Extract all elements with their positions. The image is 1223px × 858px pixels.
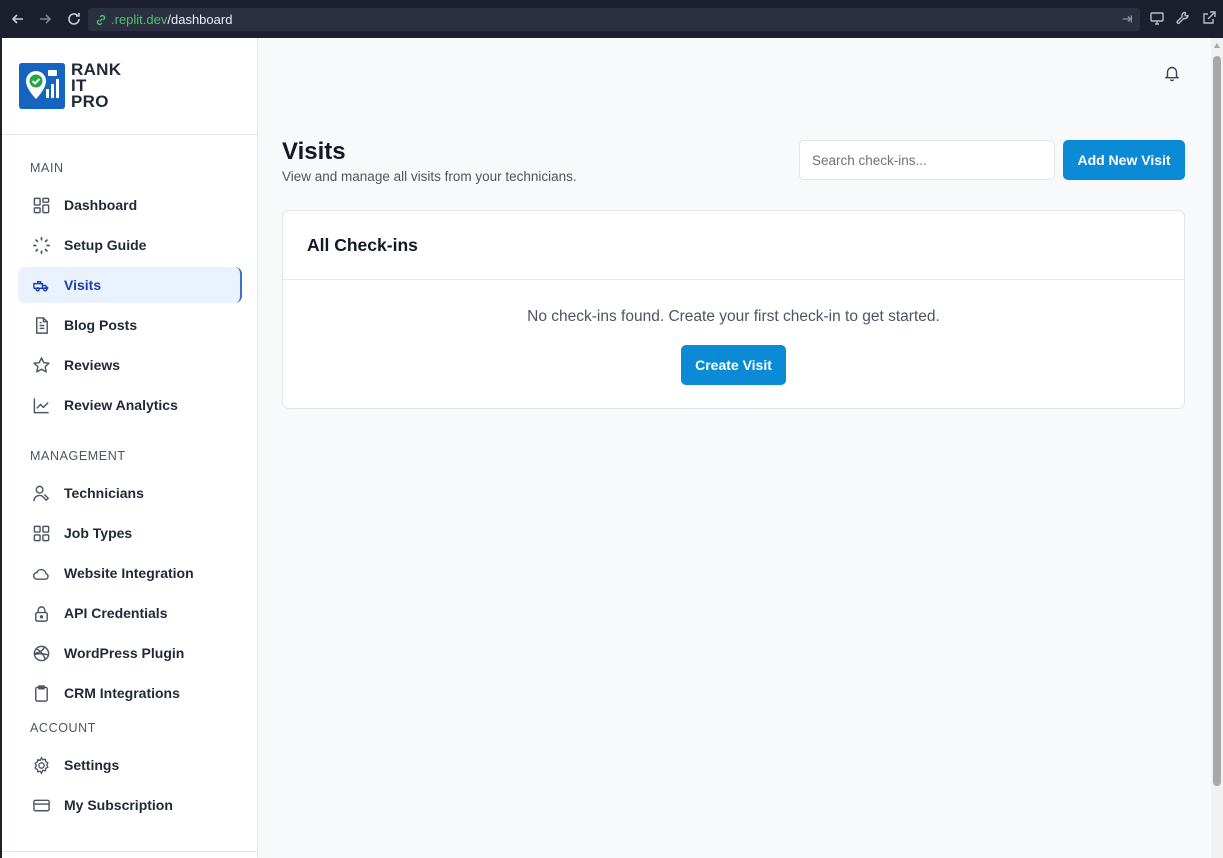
- add-new-visit-button[interactable]: Add New Visit: [1063, 140, 1185, 180]
- logo[interactable]: RANK IT PRO: [2, 38, 257, 135]
- wrench-icon[interactable]: [1175, 10, 1191, 26]
- lock-icon: [31, 603, 51, 623]
- sidebar: RANK IT PRO MAIN Dashboard Setup Guide V…: [2, 38, 258, 858]
- sidebar-item-job-types[interactable]: Job Types: [18, 515, 242, 551]
- clipboard-icon: [31, 683, 51, 703]
- logo-icon: [19, 63, 65, 109]
- logo-text: RANK IT PRO: [71, 61, 121, 111]
- external-link-icon[interactable]: [1201, 10, 1217, 26]
- logo-line-3: PRO: [71, 92, 109, 111]
- empty-state-message: No check-ins found. Create your first ch…: [527, 308, 940, 325]
- main-content: Visits View and manage all visits from y…: [258, 38, 1223, 858]
- scrollbar-thumb[interactable]: [1213, 56, 1221, 786]
- address-bar[interactable]: .replit.dev/dashboard: [88, 8, 1140, 31]
- sidebar-item-technicians[interactable]: Technicians: [18, 475, 242, 511]
- sidebar-item-crm-integrations[interactable]: CRM Integrations: [18, 675, 242, 711]
- grid-icon: [31, 523, 51, 543]
- loader-icon: [31, 235, 51, 255]
- sidebar-item-my-subscription[interactable]: My Subscription: [18, 787, 242, 823]
- dribbble-icon: [31, 643, 51, 663]
- arrow-left-icon: [11, 14, 23, 24]
- sidebar-item-wordpress-plugin[interactable]: WordPress Plugin: [18, 635, 242, 671]
- sidebar-item-dashboard[interactable]: Dashboard: [18, 187, 242, 223]
- sidebar-item-label: Dashboard: [64, 197, 138, 213]
- sidebar-item-label: Setup Guide: [64, 237, 147, 253]
- chart-line-icon: [31, 395, 51, 415]
- go-arrow-icon[interactable]: [1120, 12, 1134, 26]
- sidebar-item-settings[interactable]: Settings: [18, 747, 242, 783]
- url-domain: .replit.dev: [111, 12, 168, 27]
- forward-button[interactable]: [31, 5, 59, 33]
- sidebar-item-label: My Subscription: [64, 797, 173, 813]
- card-title: All Check-ins: [283, 211, 1184, 280]
- sidebar-item-label: Review Analytics: [64, 397, 178, 413]
- grid-icon: [31, 195, 51, 215]
- scroll-up-icon[interactable]: [1214, 43, 1220, 48]
- bell-icon[interactable]: [1163, 64, 1181, 82]
- sidebar-item-label: Job Types: [64, 525, 133, 541]
- sidebar-item-label: Visits: [64, 277, 102, 293]
- create-visit-button[interactable]: Create Visit: [681, 345, 786, 385]
- truck-icon: [31, 275, 51, 295]
- browser-toolbar: .replit.dev/dashboard: [0, 0, 1223, 38]
- reload-button[interactable]: [60, 5, 88, 33]
- star-icon: [31, 355, 51, 375]
- search-input[interactable]: [799, 140, 1055, 180]
- user-wrench-icon: [31, 483, 51, 503]
- sidebar-item-api-credentials[interactable]: API Credentials: [18, 595, 242, 631]
- sidebar-item-label: WordPress Plugin: [64, 645, 185, 661]
- scrollbar[interactable]: [1211, 38, 1223, 858]
- gear-icon: [31, 755, 51, 775]
- sidebar-item-label: Reviews: [64, 357, 121, 373]
- sidebar-item-website-integration[interactable]: Website Integration: [18, 555, 242, 591]
- checkins-card: All Check-ins No check-ins found. Create…: [282, 210, 1185, 409]
- url-path: /dashboard: [167, 12, 233, 27]
- document-icon: [31, 315, 51, 335]
- browser-actions: [1149, 10, 1217, 26]
- arrow-right-icon: [40, 14, 52, 24]
- sidebar-item-label: API Credentials: [64, 605, 168, 621]
- page-title: Visits: [282, 138, 346, 165]
- cloud-icon: [31, 563, 51, 583]
- sidebar-item-setup-guide[interactable]: Setup Guide: [18, 227, 242, 263]
- sidebar-item-label: CRM Integrations: [64, 685, 180, 701]
- link-icon: [96, 14, 106, 25]
- sidebar-item-blog-posts[interactable]: Blog Posts: [18, 307, 242, 343]
- sidebar-item-label: Settings: [64, 757, 120, 773]
- page-subtitle: View and manage all visits from your tec…: [282, 169, 577, 184]
- sidebar-item-label: Technicians: [64, 485, 144, 501]
- section-label-account: ACCOUNT: [30, 721, 97, 735]
- section-label-management: MANAGEMENT: [30, 449, 126, 463]
- sidebar-item-review-analytics[interactable]: Review Analytics: [18, 387, 242, 423]
- sidebar-item-label: Website Integration: [64, 565, 194, 581]
- credit-card-icon: [31, 795, 51, 815]
- sidebar-item-visits[interactable]: Visits: [18, 267, 242, 303]
- back-button[interactable]: [4, 5, 32, 33]
- app: RANK IT PRO MAIN Dashboard Setup Guide V…: [2, 38, 1223, 858]
- monitor-icon[interactable]: [1149, 10, 1165, 26]
- section-label-main: MAIN: [30, 161, 64, 175]
- sidebar-item-reviews[interactable]: Reviews: [18, 347, 242, 383]
- sidebar-item-label: Blog Posts: [64, 317, 138, 333]
- reload-icon: [68, 13, 80, 25]
- sidebar-divider: [2, 851, 258, 852]
